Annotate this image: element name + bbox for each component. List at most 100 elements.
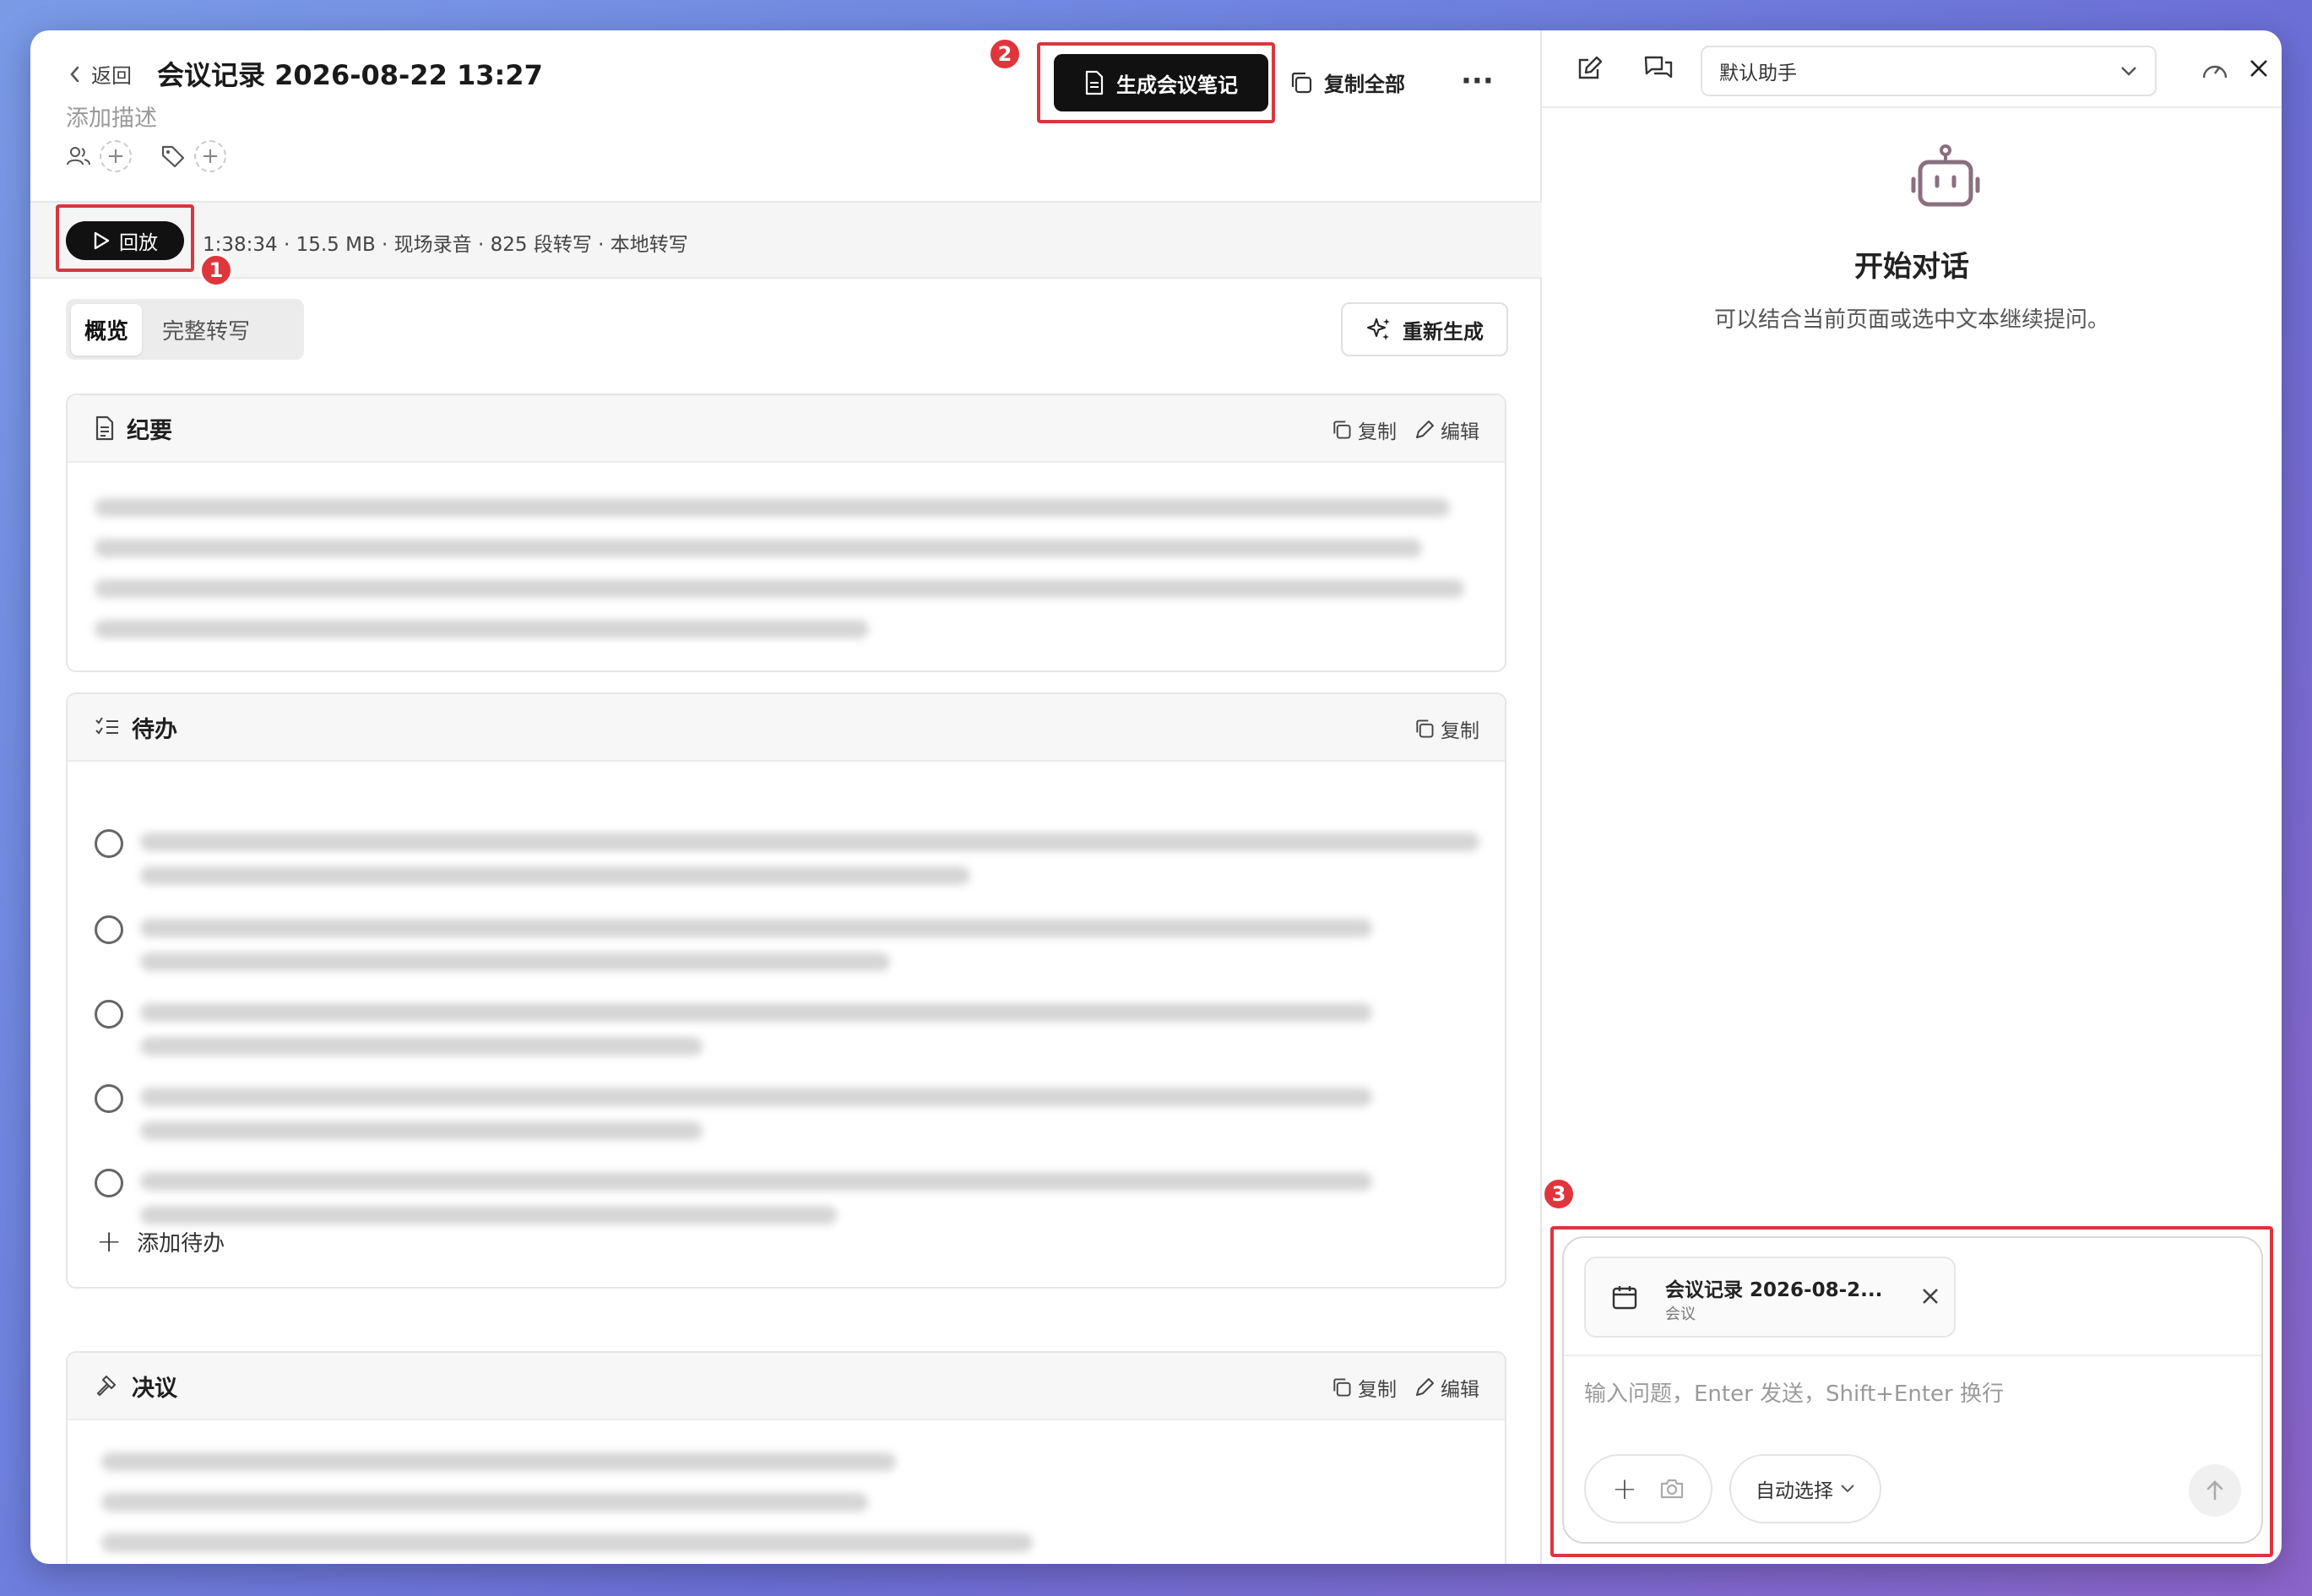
regenerate-label: 重新生成 [1403, 319, 1484, 344]
close-icon[interactable] [2248, 57, 2270, 79]
blurred-text [140, 1172, 1373, 1191]
summary-edit-label: 编辑 [1441, 421, 1479, 443]
summary-edit-button[interactable]: 编辑 [1414, 415, 1479, 444]
summary-actions: 复制 编辑 [1331, 415, 1479, 444]
copy-icon [1414, 718, 1436, 740]
copy-icon [1331, 1376, 1353, 1398]
todo-item [95, 1169, 1479, 1246]
tab-full-transcript[interactable]: 完整转写 [149, 304, 263, 356]
more-options-button[interactable]: ··· [1461, 64, 1494, 98]
annotation-box-2 [1037, 42, 1275, 123]
blurred-text [101, 1493, 869, 1512]
sparkle-icon [1365, 316, 1392, 343]
todo-item [95, 1084, 1479, 1162]
assistant-select-label: 默认助手 [1719, 62, 1797, 84]
copy-icon [1331, 419, 1353, 441]
decisions-card: 决议 复制 编辑 [66, 1351, 1506, 1564]
copy-all-label: 复制全部 [1324, 73, 1405, 96]
decisions-header: 决议 复制 编辑 [68, 1353, 1505, 1420]
add-todo-button[interactable]: + 添加待办 [96, 1224, 225, 1259]
annotation-box-1 [56, 204, 194, 272]
decisions-actions: 复制 编辑 [1331, 1373, 1479, 1402]
regenerate-button[interactable]: 重新生成 [1341, 302, 1508, 356]
annotation-badge-3: 3 [1542, 1177, 1576, 1211]
blurred-text [101, 1452, 896, 1471]
file-text-icon [95, 415, 115, 441]
blurred-text [101, 1534, 1033, 1552]
todo-checkbox[interactable] [95, 1084, 123, 1113]
blurred-text [140, 1037, 703, 1056]
todo-checkbox[interactable] [95, 915, 123, 944]
checklist-icon [95, 716, 120, 738]
todos-copy-button[interactable]: 复制 [1414, 714, 1479, 743]
assistant-toolbar: 默认助手 [1542, 30, 2282, 108]
chat-history-icon[interactable] [1643, 54, 1674, 83]
todo-text [140, 1000, 1479, 1078]
decisions-copy-button[interactable]: 复制 [1331, 1373, 1397, 1402]
assistant-panel: 默认助手 开始对话 可以结合当前页面或选中文本继续提问。 会议记录 2026-0… [1542, 30, 2282, 1564]
annotation-box-3 [1550, 1226, 2273, 1557]
todo-checkbox[interactable] [95, 1000, 123, 1029]
chevron-left-icon [68, 65, 83, 84]
recording-info: 1:38:34 · 15.5 MB · 现场录音 · 825 段转写 · 本地转… [203, 234, 688, 256]
view-tabs: 概览 完整转写 [66, 299, 304, 360]
blurred-text [140, 1121, 703, 1140]
gavel-icon [95, 1373, 120, 1398]
blurred-text [140, 1206, 837, 1224]
meta-row: + + [66, 140, 226, 172]
tag-icon [160, 144, 186, 169]
decisions-edit-button[interactable]: 编辑 [1414, 1373, 1479, 1402]
new-chat-icon[interactable] [1576, 54, 1604, 83]
todos-card: 待办 复制 + 添加待办 [66, 692, 1506, 1289]
blurred-text [140, 919, 1373, 937]
blurred-text [140, 866, 971, 885]
robot-icon [1908, 144, 1983, 214]
add-participant-button[interactable]: + [100, 140, 132, 172]
add-tag-button[interactable]: + [194, 140, 226, 172]
summary-header: 纪要 复制 编辑 [68, 395, 1505, 463]
back-button[interactable]: 返回 [68, 59, 132, 89]
chevron-down-icon [2119, 65, 2138, 77]
annotation-badge-1: 1 [199, 253, 233, 287]
pencil-icon [1414, 419, 1436, 441]
todos-header: 待办 复制 [68, 694, 1505, 762]
todo-item [95, 829, 1479, 907]
todos-actions: 复制 [1414, 714, 1479, 743]
blurred-text [140, 953, 891, 971]
pencil-icon [1414, 1376, 1436, 1398]
meeting-detail-panel: 返回 会议记录 2026-08-22 13:27 添加描述 + + 生成会议笔记… [30, 30, 1542, 1564]
blurred-text [140, 833, 1479, 851]
app-window: 返回 会议记录 2026-08-22 13:27 添加描述 + + 生成会议笔记… [30, 30, 2282, 1564]
annotation-badge-2: 2 [988, 37, 1022, 71]
summary-body [68, 463, 1505, 638]
blurred-text [95, 579, 1464, 598]
plus-icon: + [96, 1224, 122, 1259]
decisions-title: 决议 [132, 1375, 177, 1402]
todo-checkbox[interactable] [95, 829, 123, 858]
gauge-icon[interactable] [2201, 57, 2229, 81]
blurred-text [95, 620, 870, 638]
todo-checkbox[interactable] [95, 1169, 123, 1197]
copy-icon [1289, 70, 1314, 95]
blurred-text [95, 539, 1423, 557]
tab-overview[interactable]: 概览 [71, 303, 143, 356]
description-field[interactable]: 添加描述 [66, 100, 157, 133]
blurred-text [140, 1003, 1373, 1022]
todo-item [95, 1000, 1479, 1078]
page-title: 会议记录 2026-08-22 13:27 [157, 59, 543, 91]
summary-title: 纪要 [127, 417, 172, 444]
assistant-select[interactable]: 默认助手 [1701, 46, 2157, 96]
decisions-edit-label: 编辑 [1441, 1379, 1479, 1401]
todo-text [140, 915, 1479, 993]
todo-text [140, 1084, 1479, 1162]
decisions-body [68, 1420, 1505, 1564]
todo-text [140, 829, 1479, 907]
empty-state-title: 开始对话 [1854, 250, 1969, 284]
add-todo-label: 添加待办 [137, 1231, 225, 1257]
summary-copy-button[interactable]: 复制 [1331, 415, 1397, 444]
copy-all-button[interactable]: 复制全部 [1289, 68, 1405, 97]
todos-title: 待办 [132, 716, 177, 743]
todo-text [140, 1169, 1479, 1246]
summary-copy-label: 复制 [1358, 421, 1397, 443]
blurred-text [95, 498, 1451, 517]
